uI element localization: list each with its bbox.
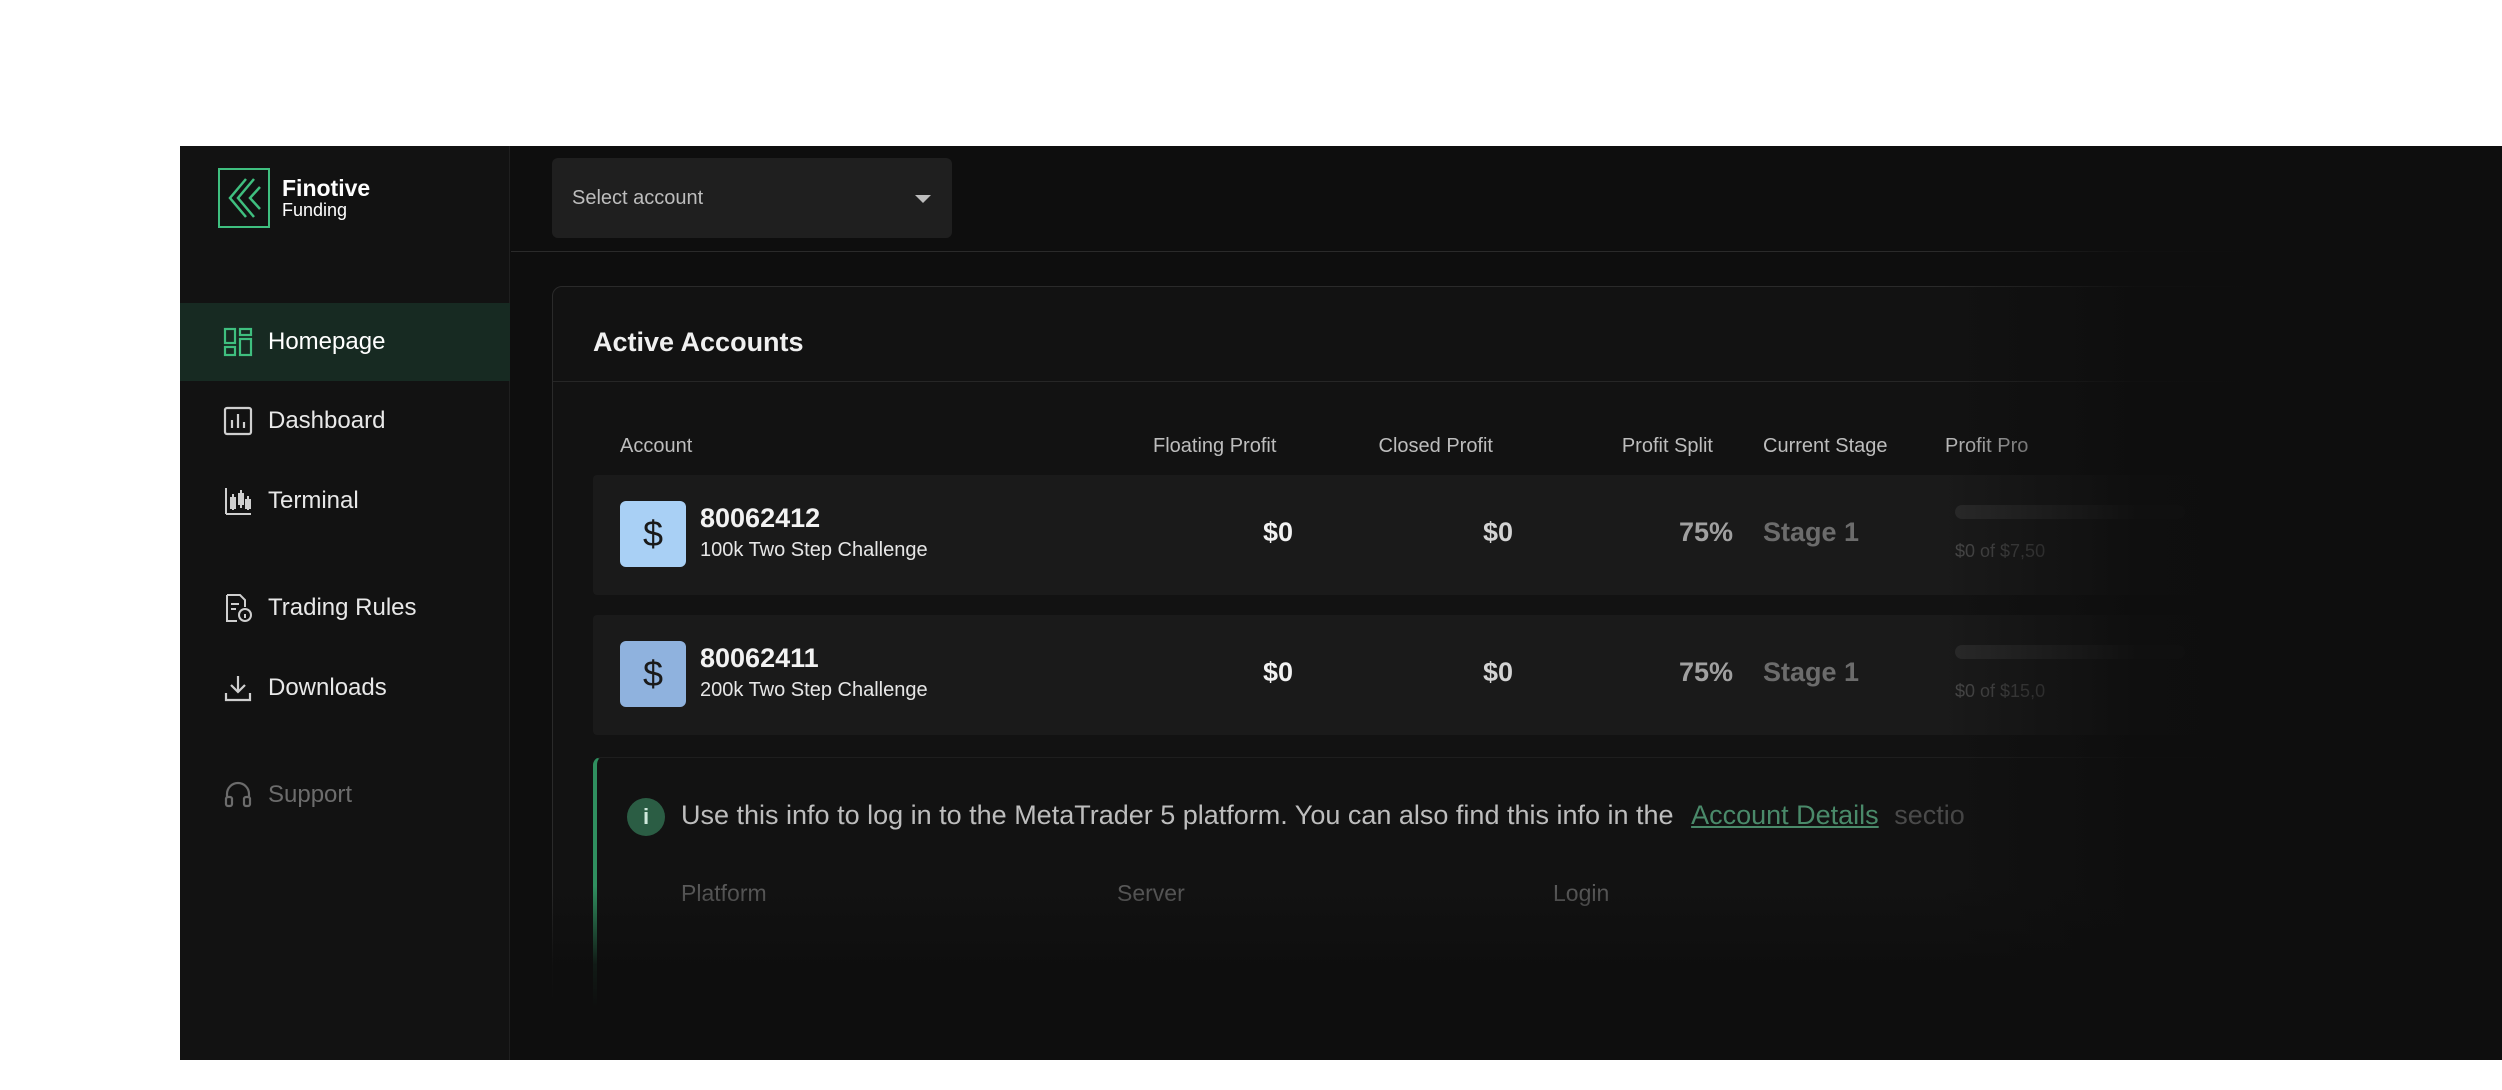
brand-name: Finotive [282, 175, 371, 201]
sidebar-item-support[interactable]: Support [180, 756, 510, 834]
download-icon [222, 672, 254, 704]
account-number: 80062412 [700, 503, 821, 533]
sidebar-item-homepage[interactable]: Homepage [180, 303, 510, 381]
sidebar-item-trading-rules[interactable]: Trading Rules [180, 569, 510, 647]
headset-icon [222, 779, 254, 811]
current-stage: Stage 1 [1763, 517, 1860, 547]
divider [553, 381, 2502, 382]
account-number: 80062411 [700, 643, 819, 673]
bar-chart-icon [222, 405, 254, 437]
profit-progress-bar [1955, 645, 2185, 659]
info-suffix: sectio [1894, 800, 1965, 830]
column-header-platform: Platform [681, 880, 767, 906]
sidebar-item-label: Support [268, 781, 353, 808]
sidebar-item-label: Dashboard [268, 407, 386, 434]
caret-down-icon [914, 187, 932, 210]
brand-sub: Funding [282, 200, 348, 220]
info-message: Use this info to log in to the MetaTrade… [681, 800, 1674, 830]
sidebar-item-label: Trading Rules [268, 594, 417, 621]
account-select-value: Select account [572, 186, 704, 209]
document-info-icon [222, 592, 254, 624]
column-header-login: Login [1553, 880, 1610, 906]
profit-progress-bar [1955, 505, 2185, 519]
candlestick-icon [222, 485, 254, 517]
dollar-icon: $ [620, 501, 686, 567]
sidebar-item-label: Downloads [268, 674, 387, 701]
dollar-icon: $ [620, 641, 686, 707]
sidebar-item-label: Homepage [268, 328, 386, 355]
profit-split: 75% [1678, 657, 1733, 687]
card-title: Active Accounts [593, 327, 804, 357]
floating-profit: $0 [1262, 517, 1293, 547]
account-type: 100k Two Step Challenge [700, 539, 928, 561]
app-window: Finotive Funding Homepage Dashboard Term… [180, 146, 2502, 1060]
login-info-box: i Use this info to log in to the MetaTra… [593, 757, 2502, 1057]
account-row[interactable]: $ 80062411 200k Two Step Challenge $0 $0… [593, 615, 2502, 735]
column-header-current-stage: Current Stage [1763, 435, 1888, 457]
profit-progress-text: $0 of $15,0 [1955, 681, 2046, 701]
closed-profit: $0 [1482, 657, 1513, 687]
sidebar-item-dashboard[interactable]: Dashboard [180, 382, 510, 460]
current-stage: Stage 1 [1763, 657, 1860, 687]
login-info-text: Use this info to log in to the MetaTrade… [681, 800, 1965, 831]
column-header-account: Account [620, 435, 693, 457]
logo-mark-icon [218, 168, 270, 228]
grid-icon [222, 326, 254, 358]
account-details-link[interactable]: Account Details [1691, 800, 1879, 830]
account-row[interactable]: $ 80062412 100k Two Step Challenge $0 $0… [593, 475, 2502, 595]
topbar: Select account [511, 146, 2502, 252]
account-type: 200k Two Step Challenge [700, 679, 928, 701]
account-select[interactable]: Select account [552, 158, 952, 238]
column-header-server: Server [1117, 880, 1185, 906]
closed-profit: $0 [1482, 517, 1513, 547]
column-header-floating-profit: Floating Profit [1153, 435, 1277, 457]
column-header-profit-split: Profit Split [1621, 435, 1713, 457]
sidebar-item-downloads[interactable]: Downloads [180, 649, 510, 727]
profit-progress-text: $0 of $7,50 [1955, 541, 2046, 561]
brand-logo[interactable]: Finotive Funding [218, 168, 370, 228]
floating-profit: $0 [1262, 657, 1293, 687]
column-header-profit-progress: Profit Pro [1945, 435, 2029, 457]
sidebar-item-terminal[interactable]: Terminal [180, 462, 510, 540]
sidebar: Finotive Funding Homepage Dashboard Term… [180, 146, 510, 1060]
info-icon: i [627, 798, 665, 836]
column-header-closed-profit: Closed Profit [1378, 435, 1494, 457]
active-accounts-card: Active Accounts Account Floating Profit … [552, 286, 2502, 1060]
profit-split: 75% [1678, 517, 1733, 547]
sidebar-item-label: Terminal [268, 487, 359, 514]
